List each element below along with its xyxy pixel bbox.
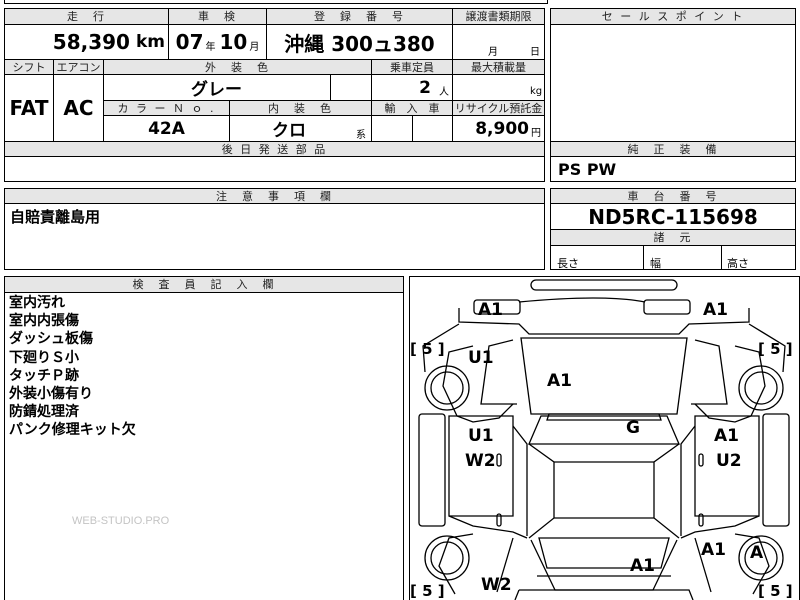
inspector-note: 外装小傷有り xyxy=(9,386,93,403)
top-row-remnant xyxy=(4,0,548,4)
inspector-note: ダッシュ板傷 xyxy=(9,331,93,348)
recycle-fee-value: 8,900 円 xyxy=(452,116,545,141)
transfer-day-unit: 日 xyxy=(530,47,540,58)
divider xyxy=(643,246,644,270)
capacity-number: 2 xyxy=(419,77,431,98)
header-color-no: カ ラ ー Ｎ ｏ . xyxy=(103,100,230,116)
shift-value: FAT xyxy=(9,96,49,120)
header-standard-equipment: 純 正 装 備 xyxy=(550,141,796,157)
header-later-parts: 後 日 発 送 部 品 xyxy=(4,141,545,157)
inspector-note: 下廻りＳ小 xyxy=(9,349,79,366)
tire-tread-label: [ 5 ] xyxy=(758,582,793,600)
tire-tread-label: [ 5 ] xyxy=(410,340,445,358)
damage-mark: U1 xyxy=(468,348,494,368)
mileage-number: 58,390 xyxy=(52,30,130,54)
inspector-note: タッチＰ跡 xyxy=(9,367,79,384)
divider xyxy=(721,246,722,270)
damage-mark: A xyxy=(750,543,764,563)
inspector-note: 防錆処理済 xyxy=(9,404,79,421)
damage-mark: A1 xyxy=(478,300,503,320)
damage-mark: U2 xyxy=(716,451,742,471)
damage-mark: A1 xyxy=(701,540,726,560)
interior-color-value: クロ xyxy=(272,121,306,141)
divider xyxy=(330,75,331,100)
tire-tread-label: [ 5 ] xyxy=(410,582,445,600)
watermark: WEB-STUDIO.PRO xyxy=(72,515,170,527)
damage-mark: W2 xyxy=(465,451,496,471)
max-load-unit: kg xyxy=(530,86,543,97)
inspector-note: 室内内張傷 xyxy=(9,313,79,330)
month-unit: 月 xyxy=(249,41,260,53)
registration-number: 沖縄 300ュ380 xyxy=(284,31,435,56)
mileage-value: 58,390 km xyxy=(4,25,169,59)
width-label: 幅 xyxy=(650,257,661,270)
damage-mark: G xyxy=(626,418,640,438)
length-label: 長さ xyxy=(557,257,579,270)
header-capacity: 乗車定員 xyxy=(371,59,453,75)
header-transfer-deadline: 譲渡書類期限 xyxy=(452,8,545,25)
height-label: 高さ xyxy=(727,257,749,270)
transfer-month-unit: 月 xyxy=(488,47,498,58)
aircon-value: AC xyxy=(63,96,94,120)
recycle-fee-number: 8,900 xyxy=(475,118,529,139)
header-interior-color: 内 装 色 xyxy=(229,100,372,116)
header-import: 輸 入 車 xyxy=(371,100,453,116)
inspection-value: 07 年 10 月 xyxy=(168,25,267,59)
sale-points-box xyxy=(550,8,796,142)
recycle-unit: 円 xyxy=(531,127,541,139)
damage-mark: A1 xyxy=(547,371,572,391)
mileage-unit: km xyxy=(135,32,165,52)
header-dimensions: 諸 元 xyxy=(550,229,796,246)
header-chassis-no: 車 台 番 号 xyxy=(550,188,796,204)
interior-suffix: 系 xyxy=(356,130,366,141)
year-unit: 年 xyxy=(205,41,216,53)
chassis-no-value: ND5RC-115698 xyxy=(588,205,758,229)
header-notes: 注 意 事 項 欄 xyxy=(4,188,545,204)
inspector-note: パンク修理キット欠 xyxy=(9,422,136,439)
header-mileage: 走 行 xyxy=(4,8,169,25)
damage-mark: A1 xyxy=(703,300,728,320)
header-exterior-color: 外 装 色 xyxy=(103,59,372,75)
header-inspector-notes: 検 査 員 記 入 欄 xyxy=(4,276,404,293)
tire-tread-label: [ 5 ] xyxy=(758,340,793,358)
inspector-notes-list: 室内汚れ 室内内張傷 ダッシュ板傷 下廻りＳ小 タッチＰ跡 外装小傷有り 防錆処… xyxy=(9,294,136,440)
header-registration: 登 録 番 号 xyxy=(266,8,453,25)
note-line: 自賠責離島用 xyxy=(10,208,101,226)
capacity-value: 2 人 xyxy=(371,75,453,100)
damage-mark: A1 xyxy=(714,426,739,446)
header-recycle-fee: リサイクル預託金 xyxy=(452,100,545,116)
capacity-unit: 人 xyxy=(439,87,449,98)
header-inspection: 車 検 xyxy=(168,8,267,25)
header-sale-points: セ ー ル ス ポ イ ン ト xyxy=(550,8,796,25)
divider xyxy=(412,116,413,141)
damage-mark: W2 xyxy=(481,575,512,595)
inspection-year: 07 xyxy=(175,30,204,54)
damage-mark: A1 xyxy=(630,556,655,576)
color-no-value: 42A xyxy=(148,118,185,139)
header-max-load: 最大積載量 xyxy=(452,59,545,75)
header-shift: シフト xyxy=(4,59,54,75)
exterior-color-value: グレー xyxy=(191,80,242,100)
damage-mark: U1 xyxy=(468,426,494,446)
inspector-note: 室内汚れ xyxy=(9,295,65,311)
standard-equipment-value: PS PW xyxy=(558,160,617,179)
header-aircon: エアコン xyxy=(53,59,104,75)
inspection-month: 10 xyxy=(219,30,248,54)
